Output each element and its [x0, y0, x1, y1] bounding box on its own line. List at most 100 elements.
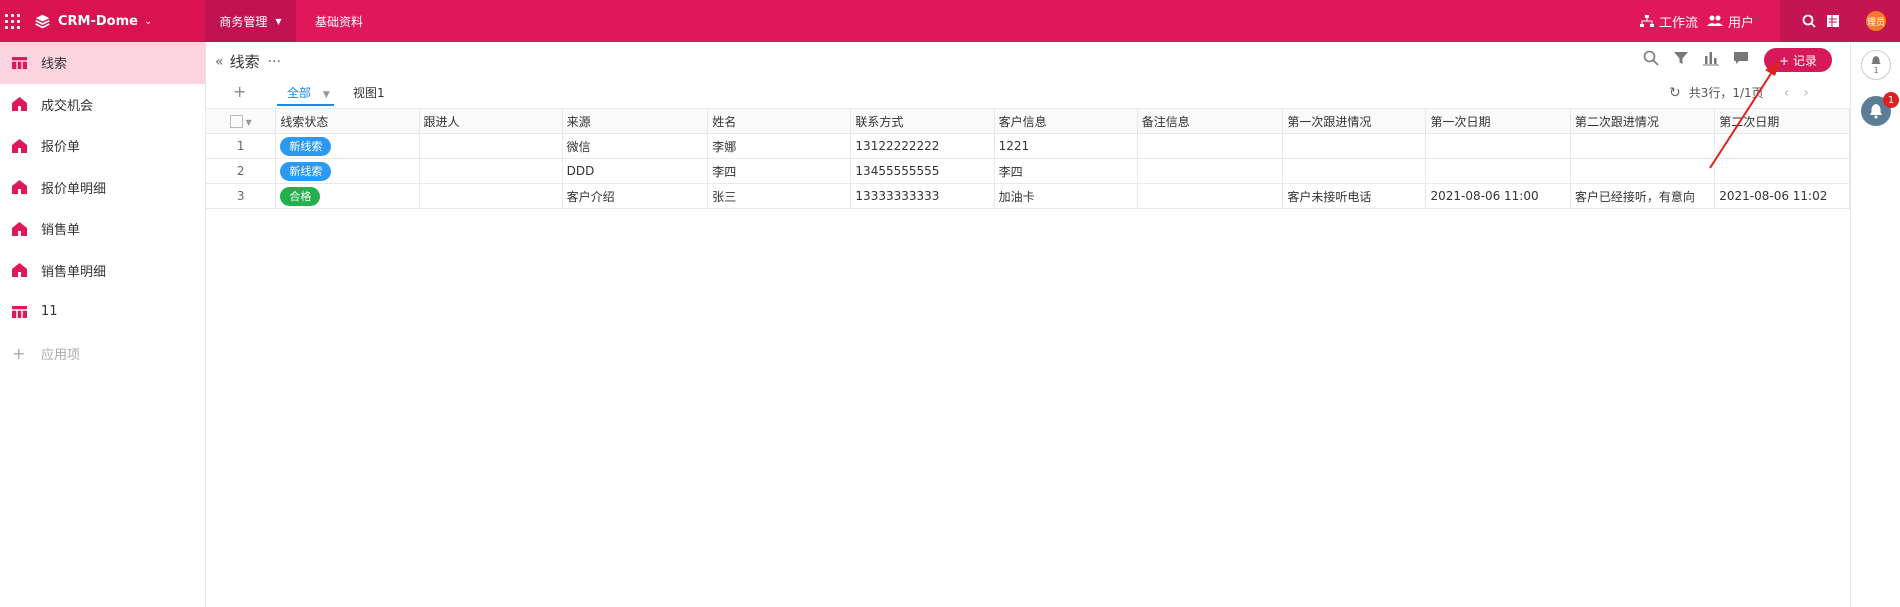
sidebar-item-quote-detail[interactable]: 报价单明细 — [0, 167, 205, 209]
prev-page-icon[interactable]: ‹ — [1784, 85, 1790, 101]
next-page-icon[interactable]: › — [1803, 85, 1809, 101]
users-label: 用户 — [1728, 15, 1755, 31]
table-cell[interactable] — [1136, 158, 1284, 184]
table-row[interactable]: 3 合格 客户介绍 张三 13333333333 加油卡 客户未接听电话 202… — [204, 183, 1850, 209]
table-cell[interactable] — [1425, 158, 1571, 184]
table-cell[interactable]: 客户已经接听，有意向 — [1569, 183, 1716, 209]
table-cell[interactable] — [1282, 158, 1427, 184]
view-tabs: + 全部 ▼ 视图1 — [205, 80, 605, 106]
nav-item-business[interactable]: 商务管理 ▼ — [205, 0, 296, 42]
sidebar-item-label: 销售单 — [41, 223, 81, 239]
search-icon[interactable] — [1643, 50, 1659, 66]
table-cell[interactable]: 2021-08-06 11:02 — [1714, 183, 1850, 209]
table-cell[interactable]: 1221 — [993, 133, 1138, 159]
table-cell[interactable]: 13455555555 — [850, 158, 995, 184]
table-cell[interactable]: 客户未接听电话 — [1282, 183, 1427, 209]
sidebar-item-sales-order-detail[interactable]: 销售单明细 — [0, 250, 205, 292]
top-bar: CRM-Dome ⌄ 商务管理 ▼ 基础资料 工作流 用户 理员 — [0, 0, 1900, 42]
view-toolbar — [1643, 50, 1749, 66]
column-header[interactable]: 来源 — [561, 108, 709, 134]
app-switcher[interactable]: CRM-Dome ⌄ — [0, 0, 205, 42]
nav-item-basic-data[interactable]: 基础资料 — [305, 0, 373, 42]
row-index: 1 — [204, 133, 277, 159]
table-cell[interactable] — [1569, 158, 1716, 184]
caret-down-icon[interactable]: ▼ — [323, 90, 330, 100]
collapse-sidebar-icon[interactable]: « — [215, 54, 224, 70]
status-cell[interactable]: 合格 — [275, 183, 420, 209]
column-header[interactable]: 姓名 — [707, 108, 852, 134]
users-button[interactable]: 用户 — [1707, 0, 1754, 42]
sidebar-item-quote[interactable]: 报价单 — [0, 125, 205, 167]
home-icon — [12, 138, 27, 153]
add-view-icon[interactable]: + — [233, 82, 246, 101]
table-cell[interactable]: 微信 — [561, 133, 709, 159]
sidebar-item-sales-order[interactable]: 销售单 — [0, 208, 205, 250]
table-cell[interactable]: 李四 — [707, 158, 852, 184]
table-cell[interactable]: 张三 — [707, 183, 852, 209]
table-row[interactable]: 2 新线索 DDD 李四 13455555555 李四 — [204, 158, 1850, 184]
table-cell[interactable] — [1136, 183, 1284, 209]
workflow-icon — [1640, 14, 1654, 27]
add-app-item-button[interactable]: + 应用项 — [0, 333, 205, 375]
workflow-button[interactable]: 工作流 — [1640, 0, 1698, 42]
sidebar-item-leads[interactable]: 线索 — [0, 42, 205, 84]
column-header[interactable]: 跟进人 — [418, 108, 563, 134]
more-options-icon[interactable]: ··· — [268, 54, 281, 70]
reminder-button[interactable]: 1 — [1861, 50, 1891, 80]
add-record-button[interactable]: + 记录 — [1764, 48, 1832, 72]
nav-label: 基础资料 — [315, 14, 364, 29]
table-cell[interactable] — [1569, 133, 1716, 159]
select-all-header[interactable]: ▼ — [204, 108, 277, 134]
sidebar: 线索 成交机会 报价单 报价单明细 销售单 销售单明细 11 + 应用项 — [0, 42, 206, 607]
status-cell[interactable]: 新线索 — [275, 158, 420, 184]
table-header-row: ▼ 线索状态 跟进人 来源 姓名 联系方式 客户信息 备注信息 第一次跟进情况 … — [204, 108, 1850, 134]
refresh-icon[interactable]: ↻ — [1669, 85, 1681, 101]
table-cell[interactable]: 13333333333 — [850, 183, 995, 209]
column-header[interactable]: 联系方式 — [850, 108, 995, 134]
table-cell[interactable] — [1282, 133, 1427, 159]
table-cell[interactable] — [418, 158, 563, 184]
comment-icon[interactable] — [1733, 50, 1749, 66]
table-row[interactable]: 1 新线索 微信 李娜 13122222222 1221 — [204, 133, 1850, 159]
avatar[interactable]: 理员 — [1866, 11, 1886, 31]
document-icon[interactable] — [1826, 14, 1840, 28]
column-header[interactable]: 备注信息 — [1136, 108, 1284, 134]
apps-grid-icon[interactable] — [5, 13, 20, 29]
add-app-item-label: 应用项 — [41, 347, 81, 363]
select-all-checkbox[interactable] — [229, 115, 243, 128]
tab-all[interactable]: 全部 ▼ — [287, 84, 330, 101]
sidebar-item-label: 线索 — [41, 57, 68, 73]
table-cell[interactable] — [1714, 158, 1850, 184]
table-cell[interactable]: 13122222222 — [850, 133, 995, 159]
column-header[interactable]: 第二次跟进情况 — [1569, 108, 1716, 134]
tab-view1[interactable]: 视图1 — [353, 84, 385, 101]
table-cell[interactable]: 2021-08-06 11:00 — [1425, 183, 1571, 209]
chart-icon[interactable] — [1703, 50, 1719, 66]
sidebar-item-11[interactable]: 11 — [0, 291, 205, 333]
table-icon — [12, 56, 27, 69]
right-rail: 1 1 — [1850, 42, 1900, 607]
table-cell[interactable]: 客户介绍 — [561, 183, 709, 209]
column-header[interactable]: 线索状态 — [275, 108, 420, 134]
table-cell[interactable] — [1425, 133, 1571, 159]
sidebar-item-opportunity[interactable]: 成交机会 — [0, 84, 205, 126]
page-title: 线索 — [229, 53, 260, 71]
filter-icon[interactable] — [1673, 50, 1689, 66]
column-header[interactable]: 第一次日期 — [1425, 108, 1571, 134]
column-header[interactable]: 第二次日期 — [1714, 108, 1850, 134]
table-cell[interactable] — [418, 183, 563, 209]
table-cell[interactable]: 李娜 — [707, 133, 852, 159]
table-cell[interactable] — [1136, 133, 1284, 159]
table-cell[interactable] — [1714, 133, 1850, 159]
table-cell[interactable]: 李四 — [993, 158, 1138, 184]
chevron-down-icon[interactable]: ⌄ — [144, 16, 152, 27]
main-content: « 线索 ··· + 全部 ▼ 视图1 + 记录 ↻ 共3行，1/1页 ‹ › … — [204, 42, 1850, 607]
column-header[interactable]: 第一次跟进情况 — [1282, 108, 1427, 134]
table-cell[interactable]: 加油卡 — [993, 183, 1138, 209]
table-cell[interactable] — [418, 133, 563, 159]
status-cell[interactable]: 新线索 — [275, 133, 420, 159]
column-header[interactable]: 客户信息 — [993, 108, 1138, 134]
caret-down-icon[interactable]: ▼ — [246, 118, 252, 127]
search-icon[interactable] — [1802, 14, 1816, 28]
table-cell[interactable]: DDD — [561, 158, 709, 184]
